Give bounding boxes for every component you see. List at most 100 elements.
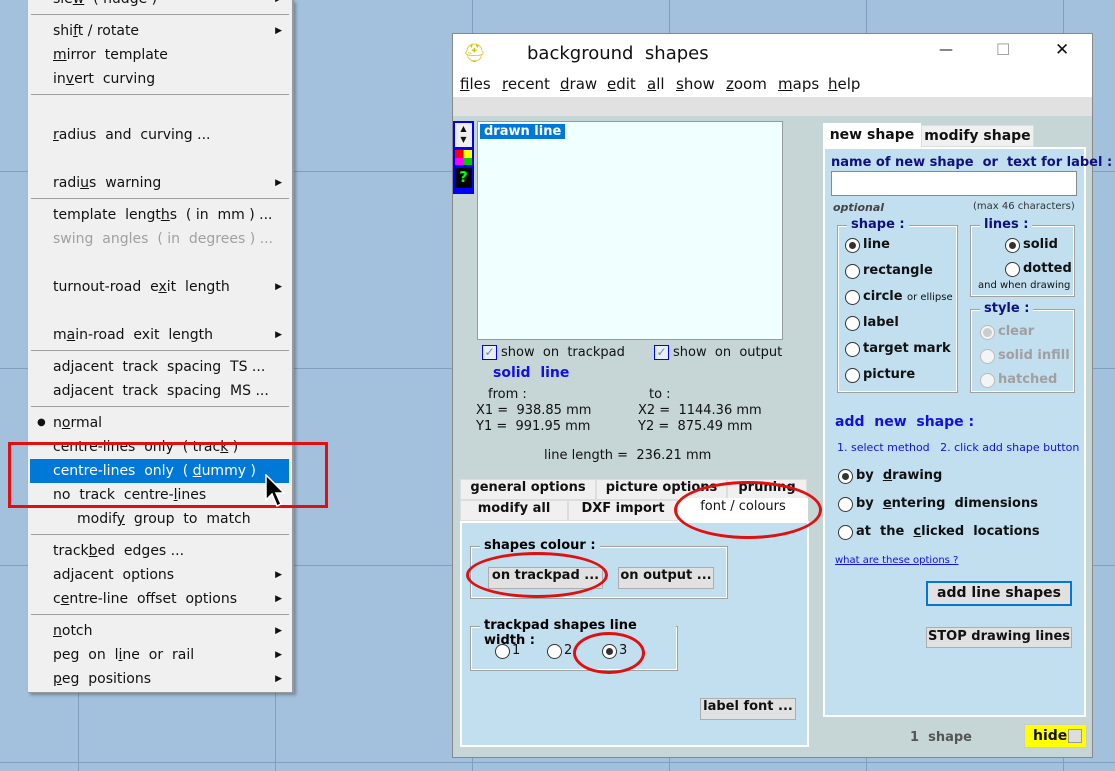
menu-maps[interactable]: maps [778,75,819,93]
method-2-radio[interactable] [838,525,853,540]
menu-item[interactable]: normal ● [28,411,292,435]
x2-value: X2 = 1144.36 mm [638,403,762,418]
solid-radio[interactable] [1005,238,1020,253]
menu-item[interactable]: adjacent options ▶ [28,563,292,587]
help-icon[interactable]: ? [455,168,472,188]
menu-recent[interactable]: recent [502,75,550,93]
menu-item[interactable]: peg on line or rail ▶ [28,643,292,667]
annotation-circle [674,481,822,539]
menu-all[interactable]: all [647,75,665,93]
minimize-button[interactable]: — [939,42,953,58]
tab-general-options[interactable]: general options [460,479,596,500]
shape-rectangle-radio[interactable] [845,264,860,279]
shape-count: 1 shape [910,730,972,745]
shape-picture-radio[interactable] [845,368,860,383]
hide-checkbox[interactable] [1068,729,1082,743]
menu-show[interactable]: show [676,75,715,93]
show-on-output-checkbox[interactable]: ✓ [654,345,669,360]
menu-item-label: adjacent options [53,567,175,583]
style-solid-infill-label: solid infill [998,348,1070,363]
annotation-circle [466,552,608,598]
on-output-button[interactable]: on output ... [618,567,714,589]
menu-separator [28,91,292,99]
optional-label: optional [833,201,885,214]
menu-item-label: radius warning [53,175,162,191]
menu-item[interactable]: shift / rotate ▶ [28,19,292,43]
menu-help[interactable]: help [828,75,860,93]
menu-item-label: notch [53,623,93,639]
line-style-text: solid line [493,365,570,381]
dotted-radio[interactable] [1005,262,1020,277]
menu-files[interactable]: files [460,75,491,93]
menu-draw[interactable]: draw [560,75,597,93]
shape-target-mark-radio[interactable] [845,342,860,357]
menu-item[interactable]: turnout-road exit length ▶ [28,275,292,299]
style-clear-label: clear [998,324,1035,339]
shape-line-radio[interactable] [845,238,860,253]
tab-modify-all[interactable]: modify all [460,500,568,521]
maximize-button[interactable]: ☐ [996,40,1010,59]
scroll-up-down-button[interactable]: ▲ ▼ [455,123,472,147]
submenu-arrow-icon: ▶ [275,282,282,292]
menu-item[interactable]: invert curving [28,67,292,91]
menu-item-label: shift / rotate [53,23,140,39]
tab-dxf-import[interactable]: DXF import [568,500,678,521]
menu-item-label: adjacent track spacing MS ... [53,383,269,399]
shape-picture-label: picture [863,367,916,382]
menu-item[interactable]: main-road exit length ▶ [28,323,292,347]
show-on-trackpad-checkbox[interactable]: ✓ [482,345,497,360]
tab-modify-shape[interactable]: modify shape [921,125,1034,147]
menu-item-label: invert curving [53,71,156,87]
menu-zoom[interactable]: zoom [726,75,767,93]
to-label: to : [649,387,671,402]
style-solid-infill-radio[interactable] [980,349,995,364]
hide-toggle[interactable]: hide [1024,724,1087,748]
menu-item[interactable]: centre-line offset options ▶ [28,587,292,611]
show-on-trackpad-label: show on trackpad [501,345,625,360]
shape-list[interactable]: drawn line [477,121,783,340]
close-button[interactable]: ✕ [1055,40,1069,60]
shape-label-radio[interactable] [845,316,860,331]
shape-target-mark-label: target mark [863,341,951,356]
submenu-arrow-icon: ▶ [275,626,282,636]
menu-item[interactable]: mirror template [28,43,292,67]
right-panel: new shape modify shape name of new shape… [821,121,1112,717]
mouse-cursor-icon [265,474,286,508]
stop-drawing-button[interactable]: STOP drawing lines [926,627,1072,648]
show-on-output-label: show on output [673,345,783,360]
help-link[interactable]: what are these options ? [835,555,958,566]
shape-circle-label: circle [863,289,903,304]
tab-new-shape[interactable]: new shape [823,123,921,147]
add-line-shapes-button[interactable]: add line shapes [926,581,1072,606]
style-hatched-radio[interactable] [980,373,995,388]
menu-item[interactable]: radius warning ▶ [28,171,292,195]
shape-name-input[interactable] [831,171,1077,196]
menu-item[interactable]: radius and curving ... [28,123,292,147]
shape-rectangle-label: rectangle [863,263,933,278]
menu-item[interactable]: template lengths ( in mm ) ... [28,203,292,227]
colour-palette-icon[interactable] [455,150,472,165]
menu-item[interactable]: adjacent track spacing MS ... [28,379,292,403]
menu-item-label: mirror template [53,47,168,63]
line-width-2-radio[interactable] [547,644,562,659]
menu-item[interactable]: adjacent track spacing TS ... [28,355,292,379]
shape-circle-radio[interactable] [845,290,860,305]
style-clear-radio[interactable] [980,325,995,340]
menu-item[interactable]: slew ( nudge ) ▶ [28,0,292,11]
submenu-arrow-icon: ▶ [275,674,282,684]
label-font-button[interactable]: label font ... [700,698,796,720]
menu-item[interactable]: modify group to match [28,507,292,531]
name-label: name of new shape or text for label : [831,155,1113,170]
shape-list-item[interactable]: drawn line [480,124,566,139]
menu-item[interactable]: trackbed edges ... [28,539,292,563]
menu-item-label: main-road exit length [53,327,213,343]
menu-edit[interactable]: edit [607,75,636,93]
line-width-1-radio[interactable] [495,644,510,659]
method-1-radio[interactable] [838,497,853,512]
menu-item[interactable]: peg positions ▶ [28,667,292,691]
menu-item-label: template lengths ( in mm ) ... [53,207,273,223]
bullet-icon: ● [37,417,46,428]
method-0-radio[interactable] [838,469,853,484]
menu-item[interactable]: notch ▶ [28,619,292,643]
menu-separator [28,611,292,619]
